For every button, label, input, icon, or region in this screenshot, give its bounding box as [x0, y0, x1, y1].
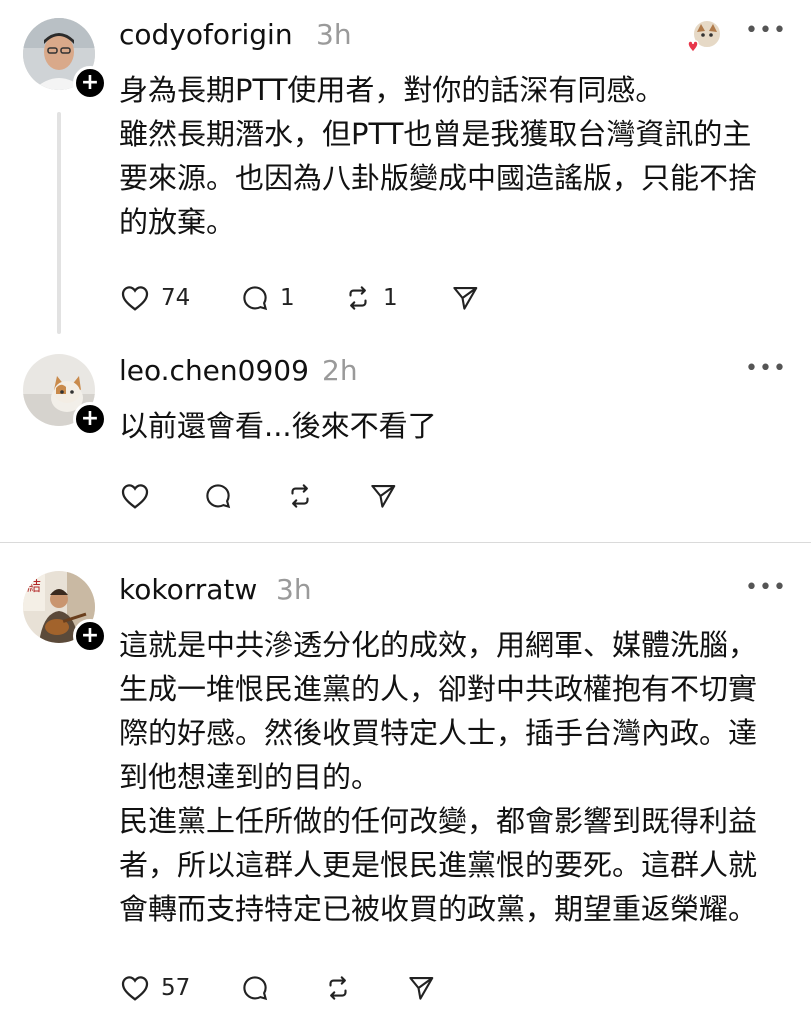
more-options-icon[interactable]: ••• — [745, 18, 787, 43]
username[interactable]: leo.chen0909 — [119, 354, 309, 387]
heart-icon — [121, 484, 149, 509]
like-button[interactable]: 57 — [119, 968, 190, 1008]
username[interactable]: kokorratw — [119, 573, 257, 606]
repost-icon — [349, 286, 367, 310]
timestamp: 3h — [316, 18, 352, 51]
more-options-icon[interactable]: ••• — [745, 356, 787, 381]
reaction-avatar-icon — [683, 18, 723, 58]
comment-icon — [243, 976, 268, 1001]
thread-line — [57, 112, 61, 334]
follow-plus-icon[interactable]: + — [73, 66, 107, 100]
follow-plus-icon[interactable]: + — [73, 619, 107, 653]
like-count: 57 — [161, 975, 191, 1001]
post-line: 者，所以這群人更是恨民進黨恨的要死。這群人就 — [119, 848, 758, 882]
share-button[interactable] — [450, 278, 480, 318]
post-line: 要來源。也因為八卦版變成中國造謠版，只能不捨 — [119, 161, 758, 195]
comment-icon — [243, 286, 268, 311]
post-line: 際的好感。然後收買特定人士，插手台灣內政。達 — [119, 716, 758, 750]
like-button[interactable]: 74 — [119, 278, 190, 318]
send-icon — [371, 484, 396, 508]
post-line: 生成一堆恨民進黨的人，卻對中共政權抱有不切實 — [119, 672, 758, 706]
post-line: 的放棄。 — [119, 205, 236, 239]
send-icon — [409, 976, 434, 1000]
post-codyoforigin: + codyoforigin 3h ••• 身為長期PTT使用者，對你的話深有同… — [0, 0, 811, 340]
comment-icon — [206, 484, 231, 509]
repost-count: 1 — [383, 285, 398, 311]
more-options-icon[interactable]: ••• — [745, 575, 787, 600]
post-line: 這就是中共滲透分化的成效，用網軍、媒體洗腦， — [119, 628, 758, 662]
timestamp: 3h — [276, 573, 312, 606]
post-line: 雖然長期潛水，但PTT也曾是我獲取台灣資訊的主 — [119, 117, 752, 151]
post-line: 民進黨上任所做的任何改變，都會影響到既得利益 — [119, 804, 758, 838]
follow-plus-icon[interactable]: + — [73, 402, 107, 436]
heart-icon — [121, 286, 149, 311]
share-button[interactable] — [406, 968, 436, 1008]
avatar-leo-chen0909[interactable]: + — [23, 354, 107, 436]
username[interactable]: codyoforigin — [119, 18, 293, 51]
post-leo-chen0909: + leo.chen0909 2h ••• 以前還會看...後來不看了 — [0, 340, 811, 540]
repost-button[interactable] — [285, 476, 315, 516]
repost-button[interactable] — [323, 968, 353, 1008]
post-body: 以前還會看...後來不看了 — [119, 404, 799, 448]
like-count: 74 — [161, 285, 191, 311]
comment-count: 1 — [280, 285, 295, 311]
repost-button[interactable]: 1 — [343, 278, 398, 318]
post-line: 會轉而支持特定已被收買的政黨，期望重返榮耀。 — [119, 892, 758, 926]
timestamp: 2h — [322, 354, 358, 387]
comment-button[interactable] — [240, 968, 270, 1008]
like-button[interactable] — [119, 476, 151, 516]
post-line: 到他想達到的目的。 — [119, 760, 381, 794]
comment-button[interactable] — [203, 476, 233, 516]
post-kokorratw: 結 + kokorratw 3h ••• 這就是中共滲透分化的成效，用網軍、媒體… — [0, 543, 811, 1024]
avatar-kokorratw[interactable]: 結 + — [23, 571, 107, 653]
heart-icon — [121, 976, 149, 1001]
repost-icon — [291, 484, 309, 508]
svg-text:結: 結 — [27, 579, 41, 595]
post-line: 身為長期PTT使用者，對你的話深有同感。 — [119, 73, 665, 107]
send-icon — [453, 286, 478, 310]
share-button[interactable] — [368, 476, 398, 516]
post-line: 以前還會看...後來不看了 — [119, 409, 437, 443]
post-body: 身為長期PTT使用者，對你的話深有同感。 雖然長期潛水，但PTT也曾是我獲取台灣… — [119, 68, 799, 244]
avatar-codyoforigin[interactable]: + — [23, 18, 107, 100]
repost-icon — [329, 976, 347, 1000]
comment-button[interactable]: 1 — [240, 278, 295, 318]
post-body: 這就是中共滲透分化的成效，用網軍、媒體洗腦， 生成一堆恨民進黨的人，卻對中共政權… — [119, 623, 799, 931]
